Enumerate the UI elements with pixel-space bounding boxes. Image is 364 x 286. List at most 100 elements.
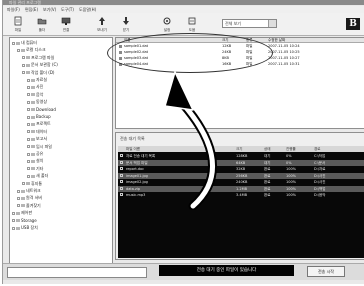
expand-toggle-icon[interactable]: [17, 48, 20, 52]
tree-node[interactable]: 내 컴퓨터: [12, 40, 37, 46]
expand-toggle-icon[interactable]: [27, 174, 30, 178]
transfer-row[interactable]: 자료 전송 대기 목록 128KB 대기 0% C:\작업: [118, 153, 364, 159]
transfer-row[interactable]: image01.jpg 256KB 완료 100% D:\사진: [118, 172, 364, 179]
expand-toggle-icon[interactable]: [22, 63, 25, 67]
row-checkbox[interactable]: [120, 180, 123, 183]
row-checkbox[interactable]: [120, 160, 123, 164]
tree-node[interactable]: 새 폴더: [27, 173, 48, 179]
start-transfer-button[interactable]: 전송 시작: [307, 266, 345, 277]
tree-node[interactable]: 임시 파일: [27, 144, 52, 150]
tree-node[interactable]: 사진: [27, 84, 43, 90]
file-row[interactable]: sample02.dat 24KB 파일 2007-11-05 10:25: [116, 50, 364, 55]
tree-node[interactable]: 원격 서버: [17, 195, 42, 201]
transfer-row[interactable]: data.zip 1.2MB 완료 100% D:\백업: [118, 185, 364, 192]
tree-node[interactable]: 제어판: [12, 210, 32, 216]
tree-node[interactable]: 프로그램 파일: [22, 55, 54, 61]
tree-node-label: 설치: [36, 158, 44, 164]
expand-toggle-icon[interactable]: [27, 130, 30, 134]
toolbar-button-settings[interactable]: 설정: [158, 15, 176, 34]
tree-node[interactable]: 프로젝트: [27, 121, 51, 127]
menu-tools[interactable]: 도구(T): [61, 6, 74, 13]
folder-icon: [16, 226, 20, 230]
expand-toggle-icon[interactable]: [17, 204, 20, 208]
expand-toggle-icon[interactable]: [12, 219, 15, 223]
transfer-row[interactable]: report.doc 32KB 완료 100% D:\자료: [118, 166, 364, 172]
transfer-row[interactable]: 문서 백업 파일 64KB 대기 0% C:\문서: [118, 159, 364, 166]
tree-node[interactable]: 공유: [27, 151, 43, 157]
tree-node[interactable]: 즐겨찾기: [17, 203, 41, 209]
toolbar-button-folder[interactable]: 폴더: [33, 15, 51, 34]
tree-node[interactable]: Storage: [12, 218, 37, 224]
tree-node[interactable]: 설치: [27, 158, 43, 164]
transfer-row[interactable]: music.mp3 3.4MB 완료 100% D:\음악: [118, 192, 364, 198]
column-header-size[interactable]: 크기: [236, 146, 242, 152]
tree-node-label: 프로그램 파일: [31, 54, 55, 60]
tree-node[interactable]: 데이터: [27, 129, 47, 135]
toolbar-button-connect[interactable]: 연결: [57, 15, 75, 34]
row-checkbox[interactable]: [120, 173, 123, 177]
folder-icon: [37, 18, 47, 25]
row-checkbox[interactable]: [120, 154, 123, 157]
view-combo[interactable]: 전체 보기: [222, 19, 277, 28]
tree-node[interactable]: 보고서: [27, 136, 47, 142]
expand-toggle-icon[interactable]: [27, 85, 30, 89]
expand-toggle-icon[interactable]: [12, 211, 15, 215]
expand-toggle-icon[interactable]: [27, 108, 30, 112]
tree-node[interactable]: 작업 폴더 (D): [22, 70, 54, 76]
tree-node[interactable]: Backup: [27, 114, 51, 120]
row-checkbox[interactable]: [120, 186, 123, 190]
expand-toggle-icon[interactable]: [27, 145, 30, 149]
tree-node[interactable]: 로컬 디스크: [17, 47, 46, 53]
toolbar-button-upload[interactable]: 보내기: [93, 15, 111, 34]
column-header-name[interactable]: 파일 이름: [126, 146, 140, 152]
menu-file[interactable]: 파일(F): [7, 6, 20, 13]
file-row[interactable]: sample03.dat 8KB 파일 2007-11-05 10:27: [116, 56, 364, 61]
expand-toggle-icon[interactable]: [27, 122, 30, 126]
tree-node[interactable]: 휴지통: [22, 181, 42, 187]
folder-tree[interactable]: 내 컴퓨터 로컬 디스크 프로그램 파일문서 보관함 (C) 작업 폴더 (D) 자료실…: [9, 37, 113, 267]
expand-toggle-icon[interactable]: [12, 226, 15, 230]
file-row[interactable]: sample01.dat 12KB 파일 2007-11-05 10:24: [116, 44, 364, 49]
tree-node[interactable]: 문서 보관함 (C): [22, 62, 58, 68]
tree-node[interactable]: 자료실: [27, 77, 47, 83]
tree-node[interactable]: Download: [27, 107, 56, 113]
column-header-status[interactable]: 상태: [264, 146, 270, 152]
menu-view[interactable]: 보기(V): [43, 6, 56, 13]
tree-node[interactable]: 동영상: [27, 99, 47, 105]
expand-toggle-icon[interactable]: [27, 115, 30, 119]
tree-node[interactable]: 기타: [27, 166, 43, 172]
menu-edit[interactable]: 편집(E): [25, 6, 38, 13]
chevron-down-icon[interactable]: [268, 20, 276, 27]
expand-toggle-icon[interactable]: [27, 167, 30, 171]
column-header-name[interactable]: 이름: [124, 38, 130, 43]
expand-toggle-icon[interactable]: [17, 196, 20, 200]
column-header-path[interactable]: 경로: [314, 146, 320, 152]
column-header-size[interactable]: 크기: [222, 38, 228, 43]
expand-toggle-icon[interactable]: [27, 78, 30, 82]
expand-toggle-icon[interactable]: [27, 100, 30, 104]
expand-toggle-icon[interactable]: [27, 93, 30, 97]
tree-node[interactable]: 음악: [27, 92, 43, 98]
expand-toggle-icon[interactable]: [22, 56, 25, 60]
toolbar-button-download[interactable]: 받기: [117, 15, 135, 34]
expand-toggle-icon[interactable]: [27, 152, 30, 156]
file-row[interactable]: sample04.dat 16KB 파일 2007-11-05 10:31: [116, 62, 364, 67]
column-header-type[interactable]: 종류: [246, 38, 252, 43]
tree-node[interactable]: 네트워크: [17, 188, 41, 194]
row-checkbox[interactable]: [120, 167, 123, 170]
row-checkbox[interactable]: [120, 193, 123, 196]
cell-date: 2007-11-05 10:24: [268, 44, 300, 48]
column-header-progress[interactable]: 진행률: [286, 146, 296, 152]
expand-toggle-icon[interactable]: [12, 41, 15, 45]
expand-toggle-icon[interactable]: [22, 71, 25, 75]
column-header-date[interactable]: 수정한 날짜: [268, 38, 285, 43]
toolbar-button-file[interactable]: 파일: [9, 15, 27, 34]
toolbar-button-help[interactable]: 도움: [183, 15, 201, 34]
menu-help[interactable]: 도움말(H): [79, 6, 96, 13]
tree-node[interactable]: USB 장치: [12, 225, 38, 231]
expand-toggle-icon[interactable]: [22, 182, 25, 186]
transfer-row[interactable]: image02.jpg 240KB 완료 100% D:\사진: [118, 179, 364, 185]
expand-toggle-icon[interactable]: [17, 189, 20, 193]
expand-toggle-icon[interactable]: [27, 159, 30, 163]
expand-toggle-icon[interactable]: [27, 137, 30, 141]
